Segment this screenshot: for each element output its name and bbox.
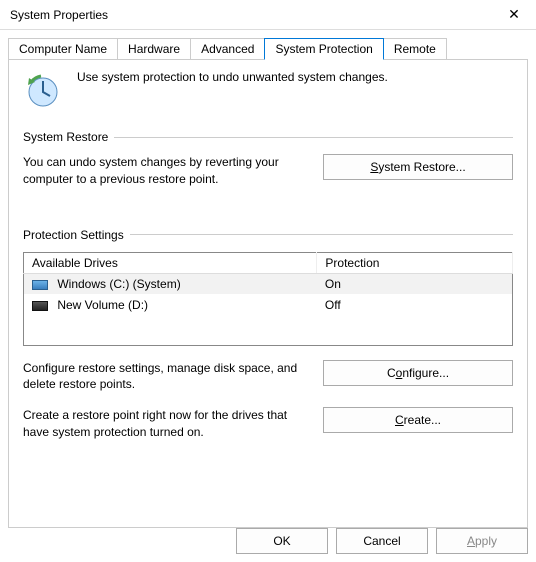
intro-text: Use system protection to undo unwanted s… <box>77 70 388 84</box>
tab-system-protection[interactable]: System Protection <box>264 38 383 60</box>
drives-table[interactable]: Available Drives Protection Windows (C:)… <box>23 252 513 346</box>
drive-name: New Volume (D:) <box>57 298 148 312</box>
table-row[interactable]: New Volume (D:) Off <box>24 294 513 315</box>
tab-computer-name[interactable]: Computer Name <box>8 38 118 59</box>
drive-protection: Off <box>317 294 513 315</box>
apply-button[interactable]: Apply <box>436 528 528 554</box>
ok-button[interactable]: OK <box>236 528 328 554</box>
titlebar: System Properties ✕ <box>0 0 536 30</box>
drive-name: Windows (C:) (System) <box>57 277 180 291</box>
group-protection-settings: Protection Settings Available Drives Pro… <box>23 228 513 441</box>
create-button[interactable]: Create... <box>323 407 513 433</box>
close-icon: ✕ <box>508 6 520 23</box>
divider <box>114 137 513 138</box>
restore-shield-icon <box>23 70 63 110</box>
col-protection[interactable]: Protection <box>317 252 513 273</box>
create-desc: Create a restore point right now for the… <box>23 407 307 441</box>
tab-hardware[interactable]: Hardware <box>117 38 191 59</box>
close-button[interactable]: ✕ <box>492 0 536 30</box>
table-header-row: Available Drives Protection <box>24 252 513 273</box>
dialog-button-bar: OK Cancel Apply <box>236 528 528 554</box>
tab-remote[interactable]: Remote <box>383 38 447 59</box>
drive-icon <box>32 280 48 290</box>
divider <box>130 234 513 235</box>
col-available-drives[interactable]: Available Drives <box>24 252 317 273</box>
system-restore-desc: You can undo system changes by reverting… <box>23 154 307 188</box>
configure-button[interactable]: Configure... <box>323 360 513 386</box>
window-title: System Properties <box>10 8 108 22</box>
cancel-button[interactable]: Cancel <box>336 528 428 554</box>
system-restore-button[interactable]: System Restore... <box>323 154 513 180</box>
tab-panel-system-protection: Use system protection to undo unwanted s… <box>8 59 528 528</box>
table-row-empty <box>24 315 513 345</box>
drive-protection: On <box>317 273 513 294</box>
group-system-restore: System Restore You can undo system chang… <box>23 130 513 188</box>
configure-desc: Configure restore settings, manage disk … <box>23 360 307 394</box>
drive-icon <box>32 301 48 311</box>
group-title-protection-settings: Protection Settings <box>23 228 130 242</box>
tab-strip: Computer Name Hardware Advanced System P… <box>0 30 536 59</box>
table-row[interactable]: Windows (C:) (System) On <box>24 273 513 294</box>
group-title-system-restore: System Restore <box>23 130 114 144</box>
tab-advanced[interactable]: Advanced <box>190 38 265 59</box>
